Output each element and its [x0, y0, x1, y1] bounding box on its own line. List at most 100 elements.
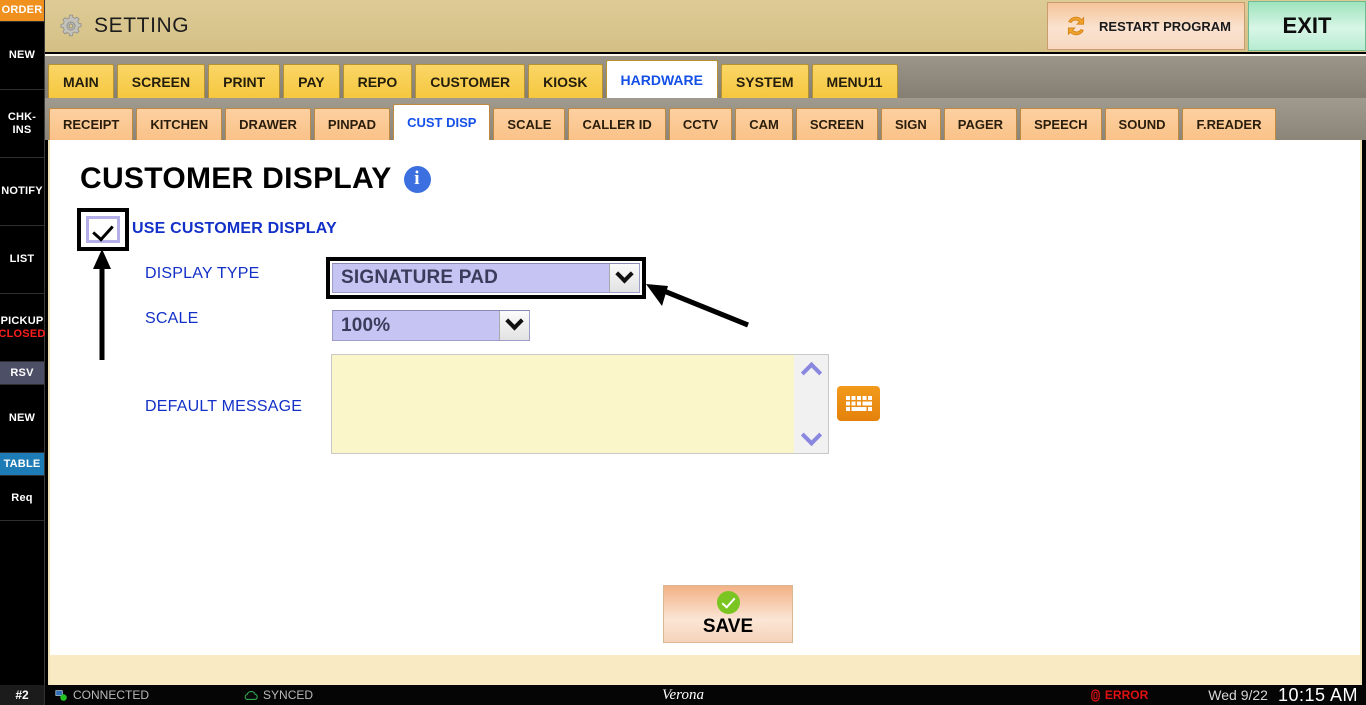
- tab-repo[interactable]: REPO: [342, 64, 413, 98]
- tab-label: CUSTOMER: [430, 73, 511, 90]
- tab-hardware[interactable]: HARDWARE: [605, 60, 718, 98]
- display-type-label: DISPLAY TYPE: [145, 265, 260, 282]
- sidebar-item-label: NOTIFY: [1, 185, 43, 198]
- tab-pay[interactable]: PAY: [283, 64, 340, 98]
- subtab-pinpad[interactable]: PINPAD: [313, 108, 391, 140]
- subtab-cust-disp[interactable]: CUST DISP: [393, 104, 491, 140]
- restart-program-button[interactable]: RESTART PROGRAM: [1047, 2, 1245, 50]
- sidebar-item-new-order[interactable]: NEW: [0, 22, 44, 90]
- scroll-up-icon[interactable]: [800, 361, 822, 384]
- refresh-icon: [1067, 16, 1085, 36]
- sub-tab-bar: RECEIPT KITCHEN DRAWER PINPAD CUST DISP …: [45, 98, 1366, 140]
- display-type-value: SIGNATURE PAD: [341, 267, 499, 288]
- subtab-label: SPEECH: [1034, 117, 1088, 132]
- subtab-label: CUST DISP: [407, 115, 477, 130]
- use-customer-display-label: USE CUSTOMER DISPLAY: [132, 220, 337, 237]
- scroll-down-icon[interactable]: [800, 424, 822, 447]
- default-message-scrollbar[interactable]: [794, 355, 828, 453]
- sidebar-item-table[interactable]: TABLE: [0, 453, 44, 476]
- gear-icon: [60, 14, 82, 37]
- tab-menu11[interactable]: MENU11: [811, 64, 898, 98]
- info-icon[interactable]: i: [403, 165, 431, 193]
- subtab-cam[interactable]: CAM: [735, 108, 793, 140]
- page-title-setting: SETTING: [94, 14, 190, 37]
- subtab-label: F.READER: [1196, 117, 1262, 132]
- subtab-kitchen[interactable]: KITCHEN: [136, 108, 223, 140]
- subtab-label: PINPAD: [327, 117, 377, 132]
- main-tab-bar: MAIN SCREEN PRINT PAY REPO CUSTOMER KIOS…: [45, 54, 1366, 98]
- tab-customer[interactable]: CUSTOMER: [415, 64, 526, 98]
- subtab-label: CAM: [749, 117, 779, 132]
- subtab-label: RECEIPT: [63, 117, 120, 132]
- tab-label: KIOSK: [543, 73, 588, 90]
- left-sidebar: ORDER NEW CHK-INS NOTIFY LIST PICKUP CLO…: [0, 0, 45, 685]
- sidebar-item-new-rsv[interactable]: NEW: [0, 385, 44, 453]
- exit-button[interactable]: EXIT: [1248, 1, 1366, 51]
- display-type-select[interactable]: SIGNATURE PAD: [332, 263, 640, 293]
- checkbox-check-icon: [86, 216, 120, 243]
- annotation-arrow-display-type: [646, 284, 749, 328]
- tab-print[interactable]: PRINT: [208, 64, 281, 98]
- tab-label: PAY: [298, 73, 325, 90]
- sidebar-item-pickup[interactable]: PICKUP CLOSED: [0, 294, 46, 362]
- subtab-label: SOUND: [1118, 117, 1166, 132]
- subtab-cctv[interactable]: CCTV: [668, 108, 733, 140]
- tab-label: REPO: [357, 73, 398, 90]
- save-label: SAVE: [702, 615, 754, 637]
- subtab-drawer[interactable]: DRAWER: [225, 108, 311, 140]
- scale-select[interactable]: 100%: [332, 310, 530, 341]
- sidebar-filler: [0, 521, 44, 685]
- tab-screen[interactable]: SCREEN: [116, 64, 206, 98]
- application-window: ORDER NEW CHK-INS NOTIFY LIST PICKUP CLO…: [0, 0, 1366, 705]
- sidebar-item-label: LIST: [9, 253, 35, 266]
- settings-content-panel: CUSTOMER DISPLAY i USE CUSTOMER DISPLAY …: [48, 140, 1362, 655]
- tab-kiosk[interactable]: KIOSK: [528, 64, 603, 98]
- subtab-speech[interactable]: SPEECH: [1020, 108, 1102, 140]
- sidebar-item-rsv[interactable]: RSV: [0, 362, 44, 385]
- default-message-field: [331, 354, 829, 454]
- subtab-label: PAGER: [957, 117, 1004, 132]
- subtab-screen[interactable]: SCREEN: [795, 108, 878, 140]
- subtab-scale[interactable]: SCALE: [493, 108, 566, 140]
- save-button[interactable]: SAVE: [663, 585, 793, 643]
- chevron-down-icon[interactable]: [609, 264, 639, 292]
- scale-label: SCALE: [145, 310, 199, 327]
- tab-label: SYSTEM: [735, 73, 794, 90]
- subtab-pager[interactable]: PAGER: [943, 108, 1018, 140]
- subtab-label: CALLER ID: [582, 117, 652, 132]
- sidebar-item-label: NEW: [8, 412, 36, 425]
- annotation-arrow-checkbox: [93, 249, 111, 360]
- sidebar-item-notify[interactable]: NOTIFY: [0, 158, 44, 226]
- customer-display-heading: CUSTOMER DISPLAY i: [80, 162, 431, 196]
- scale-value: 100%: [341, 314, 391, 336]
- subtab-f-reader[interactable]: F.READER: [1182, 108, 1276, 140]
- status-bar: #2 CONNECTED SYNCED Verona ERROR Wed 9/2…: [0, 685, 1366, 705]
- sidebar-item-label: RSV: [10, 366, 34, 379]
- chevron-down-icon[interactable]: [499, 311, 529, 340]
- tab-main[interactable]: MAIN: [48, 64, 114, 98]
- use-customer-display-checkbox[interactable]: [77, 208, 129, 251]
- subtab-sound[interactable]: SOUND: [1104, 108, 1180, 140]
- sidebar-pickup-status: CLOSED: [0, 327, 46, 340]
- sidebar-item-label: Req: [11, 491, 33, 504]
- tab-label: MENU11: [826, 73, 883, 90]
- tab-label: HARDWARE: [620, 71, 703, 88]
- sidebar-item-order[interactable]: ORDER: [0, 0, 44, 22]
- sidebar-item-req[interactable]: Req: [0, 476, 44, 521]
- subtab-label: SCREEN: [809, 117, 864, 132]
- subtab-label: DRAWER: [239, 117, 297, 132]
- brand-name: Verona: [662, 686, 704, 703]
- sidebar-item-label: ORDER: [1, 4, 43, 17]
- content-footer-strip: [48, 655, 1362, 685]
- subtab-caller-id[interactable]: CALLER ID: [568, 108, 666, 140]
- default-message-label: DEFAULT MESSAGE: [145, 398, 303, 415]
- subtab-receipt[interactable]: RECEIPT: [49, 108, 134, 140]
- subtab-sign[interactable]: SIGN: [881, 108, 941, 140]
- restart-program-label: RESTART PROGRAM: [1099, 18, 1231, 34]
- subtab-label: KITCHEN: [150, 117, 209, 132]
- sidebar-item-chk-ins[interactable]: CHK-INS: [0, 90, 44, 158]
- tab-system[interactable]: SYSTEM: [720, 64, 809, 98]
- keyboard-button[interactable]: [837, 386, 880, 421]
- sidebar-item-list[interactable]: LIST: [0, 226, 44, 294]
- default-message-input[interactable]: [332, 355, 794, 453]
